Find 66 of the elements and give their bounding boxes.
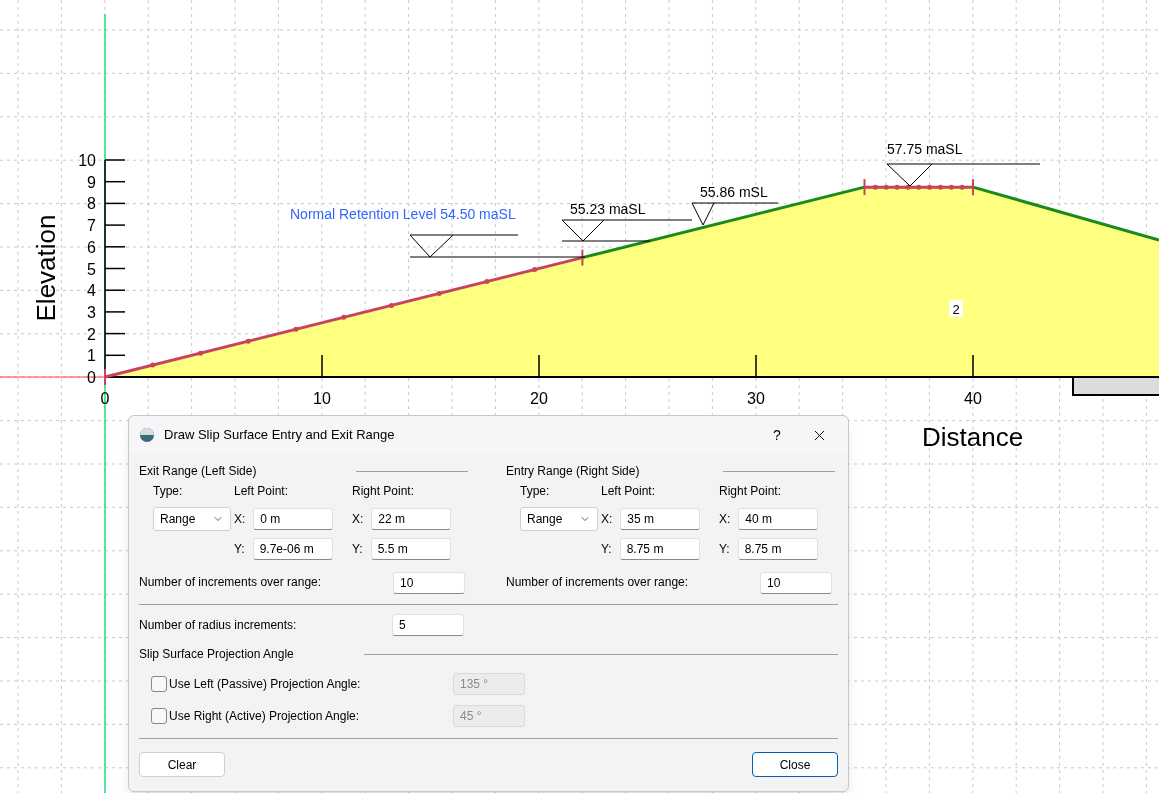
field-label: X: [352,511,364,528]
field-label: Y: [352,541,363,558]
input-field[interactable]: 40 m [738,508,819,530]
y-tick-label: 5 [87,260,96,278]
input-field[interactable]: 10 [393,572,465,594]
dialog-title: Draw Slip Surface Entry and Exit Range [164,426,395,445]
tick-mark [755,354,757,378]
axis-title: Elevation [31,214,61,322]
input-field[interactable]: 8.75 m [619,538,700,560]
input-field[interactable]: 0 m [253,508,334,530]
water-level-label: 55.86 mSL [700,184,768,200]
tick-mark [972,354,974,378]
x-tick-label: 40 [964,390,982,407]
sphere-icon [139,427,155,443]
input-field[interactable]: 8.75 m [737,538,818,560]
field-label: Right Point: [719,483,783,500]
dialog-button[interactable]: Close [752,752,838,777]
y-tick-label: 10 [78,152,96,169]
field-label: Number of radius increments: [139,617,298,634]
material-label: 2 [949,300,963,317]
y-tick-label: 6 [87,238,96,256]
field-label: Type: [519,483,551,500]
dialog-button[interactable]: Clear [139,752,225,777]
input-field[interactable]: 35 m [620,508,701,530]
input-field[interactable]: 10 [760,572,832,594]
water-level-label: Normal Retention Level 54.50 maSL [290,206,516,222]
x-tick-label: 30 [747,390,765,407]
field-label: Y: [601,541,612,558]
group-heading: Slip Surface Projection Angle [139,646,294,663]
axis-title: Distance [922,422,1024,452]
input-field[interactable]: 5.5 m [370,538,451,560]
field-label: Right Point: [352,483,416,500]
x-tick-label: 20 [530,390,548,407]
input-field[interactable]: 5 [392,614,464,636]
field-label: Type: [152,483,184,500]
y-tick-label: 8 [87,195,96,213]
group-heading: Entry Range (Right Side) [506,463,640,480]
field-label: Left Point: [234,483,290,500]
field-label: Number of increments over range: [506,574,689,591]
tick-mark [321,354,323,378]
input-field[interactable]: 22 m [371,508,452,530]
field-label: X: [601,511,613,528]
tick-mark [538,354,540,378]
water-level-label: 57.75 maSL [887,141,963,157]
water-level-label: 55.23 maSL [570,201,646,217]
y-tick-label: 3 [87,303,96,321]
field-label: Use Left (Passive) Projection Angle: [169,676,361,693]
y-tick-label: 9 [87,173,96,191]
x-tick-label: 10 [313,390,331,407]
y-tick-label: 2 [87,325,96,343]
type-dropdown[interactable]: Range [153,507,231,531]
field-label: Y: [234,541,245,558]
field-label: X: [234,511,246,528]
field-label: Use Right (Active) Projection Angle: [169,708,360,725]
field-label: Number of increments over range: [139,574,322,591]
y-tick-label: 7 [87,217,96,235]
type-dropdown[interactable]: Range [520,507,598,531]
field-label: Y: [719,541,730,558]
input-field[interactable]: 9.7e-06 m [252,538,333,560]
group-heading: Exit Range (Left Side) [139,463,257,480]
field-label: Left Point: [601,483,657,500]
field-label: X: [719,511,731,528]
y-tick-label: 1 [87,347,96,365]
y-tick-label: 4 [87,282,96,300]
y-tick-label: 0 [87,369,96,386]
help-button[interactable]: ? [756,420,798,450]
